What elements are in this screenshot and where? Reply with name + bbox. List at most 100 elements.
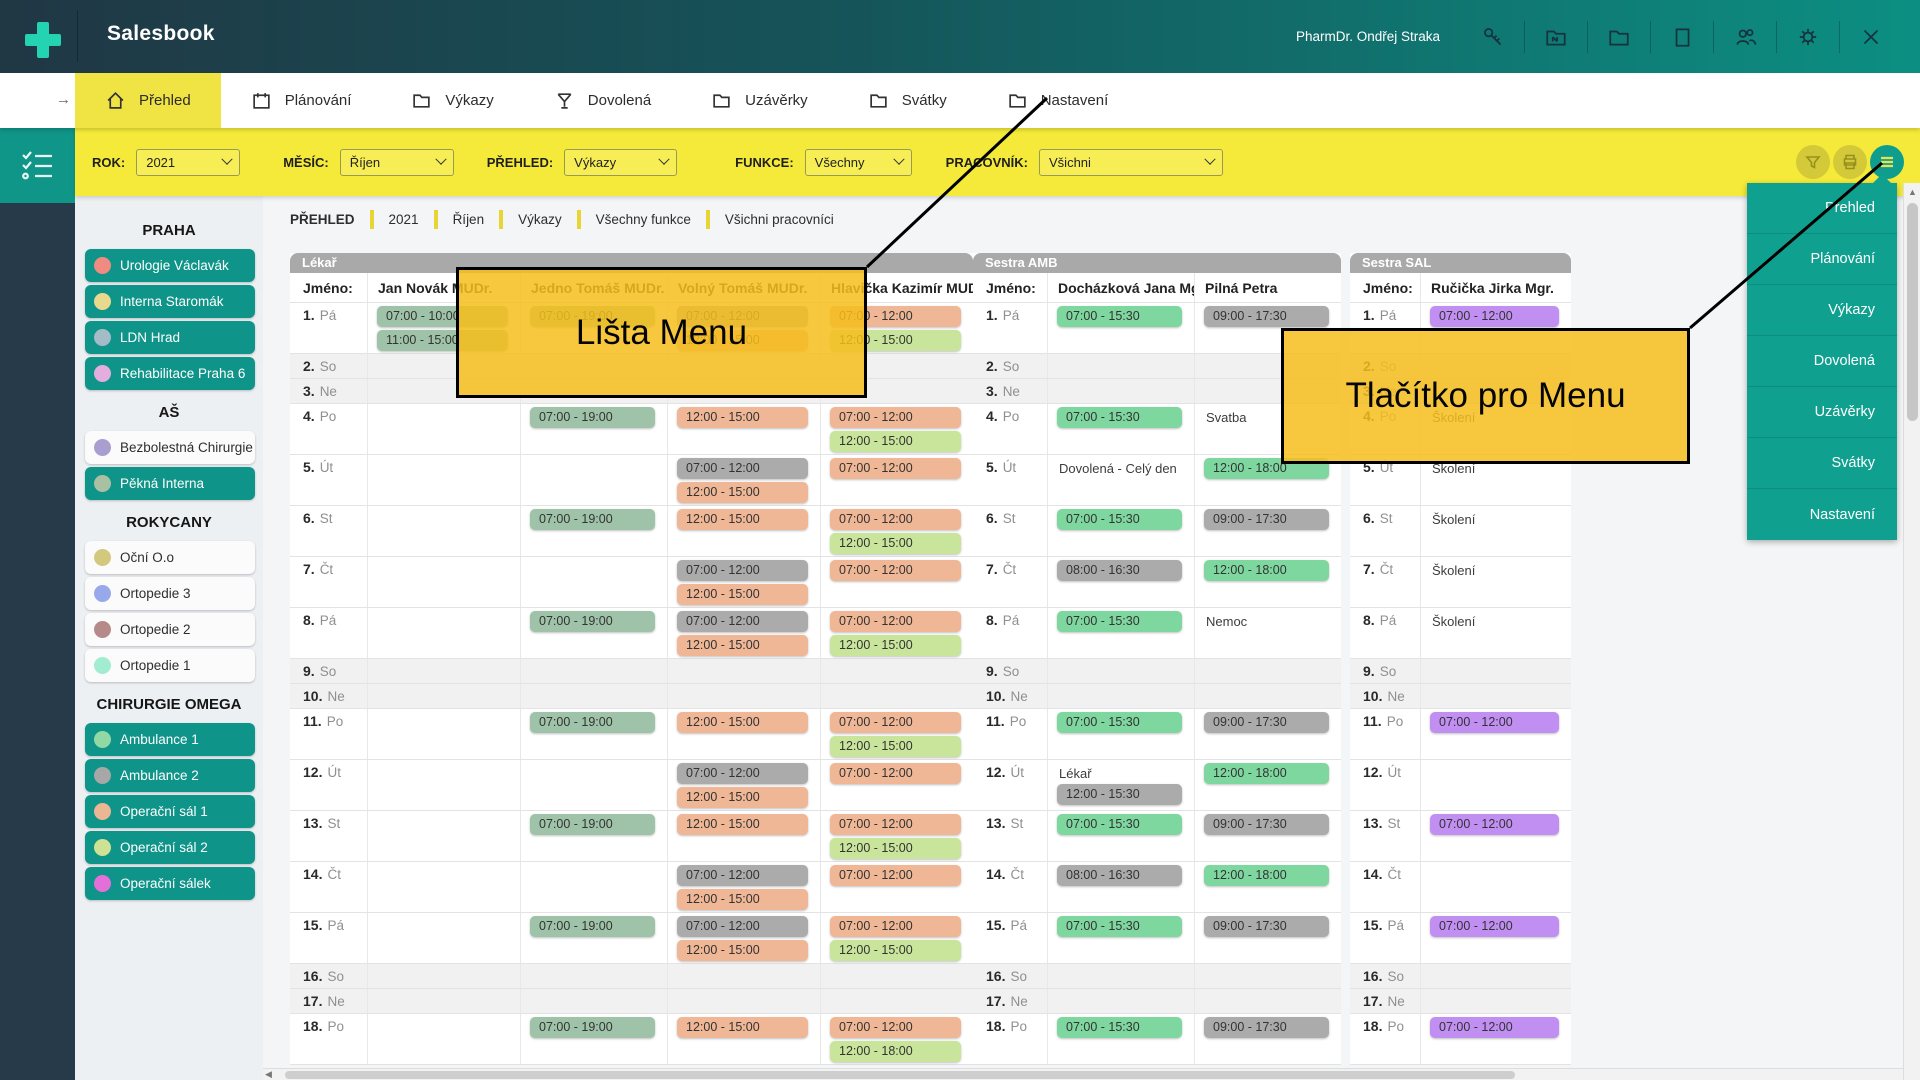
sidebar-item-ortopedie-3[interactable]: Ortopedie 3 (85, 577, 255, 610)
menu-item-pl-nov-n-[interactable]: Plánování (1747, 234, 1897, 285)
menu-item-v-kazy[interactable]: Výkazy (1747, 285, 1897, 336)
sidebar-item-urologie-v-clav-k[interactable]: Urologie Václavák (85, 249, 255, 282)
checklist-icon[interactable] (0, 128, 75, 203)
shift-pill[interactable]: 07:00 - 12:00 (830, 712, 961, 733)
shift-pill[interactable]: 12:00 - 15:00 (677, 814, 808, 835)
shift-pill[interactable]: 07:00 - 12:00 (830, 407, 961, 428)
tab-dovolena[interactable]: Dovolená (524, 73, 681, 128)
sidebar-item-bezbolestn-chirurgie[interactable]: Bezbolestná Chirurgie (85, 431, 255, 464)
shift-pill[interactable]: 12:00 - 15:00 (677, 940, 808, 961)
shift-pill[interactable]: 07:00 - 12:00 (677, 763, 808, 784)
shift-pill[interactable]: 07:00 - 19:00 (530, 509, 655, 530)
shift-pill[interactable]: 12:00 - 15:00 (677, 584, 808, 605)
shift-pill[interactable]: 12:00 - 15:00 (677, 787, 808, 808)
shift-pill[interactable]: 07:00 - 19:00 (530, 916, 655, 937)
sidebar-item-opera-n-s-l-1[interactable]: Operační sál 1 (85, 795, 255, 828)
print-icon[interactable] (1833, 145, 1867, 179)
shift-pill[interactable]: 09:00 - 17:30 (1204, 916, 1329, 937)
menu-item-nastaven-[interactable]: Nastavení (1747, 489, 1897, 540)
horizontal-scroll-thumb[interactable] (285, 1071, 1515, 1079)
shift-pill[interactable]: 12:00 - 15:00 (830, 838, 961, 859)
shift-pill[interactable]: 12:00 - 15:00 (677, 889, 808, 910)
shift-pill[interactable]: 08:00 - 16:30 (1057, 560, 1182, 581)
filter-icon[interactable] (1796, 145, 1830, 179)
shift-pill[interactable]: 12:00 - 15:00 (677, 407, 808, 428)
shift-pill[interactable]: 12:00 - 15:00 (677, 1017, 808, 1038)
shift-pill[interactable]: 07:00 - 19:00 (530, 814, 655, 835)
shift-pill[interactable]: 07:00 - 15:30 (1057, 611, 1182, 632)
tab-planovani[interactable]: Plánování (221, 73, 382, 128)
shift-pill[interactable]: 12:00 - 15:00 (677, 712, 808, 733)
shift-pill[interactable]: 09:00 - 17:30 (1204, 509, 1329, 530)
shift-pill[interactable]: 07:00 - 12:00 (1430, 916, 1559, 937)
scroll-left-arrow-icon[interactable]: ◀ (265, 1069, 272, 1080)
shift-pill[interactable]: 07:00 - 19:00 (530, 611, 655, 632)
menu-item-sv-tky[interactable]: Svátky (1747, 438, 1897, 489)
shift-pill[interactable]: 07:00 - 19:00 (530, 712, 655, 733)
shift-pill[interactable]: 12:00 - 15:00 (830, 940, 961, 961)
folder-icon[interactable] (1588, 18, 1650, 56)
menu-item-uz-v-rky[interactable]: Uzávěrky (1747, 387, 1897, 438)
sidebar-item-ldn-hrad[interactable]: LDN Hrad (85, 321, 255, 354)
sidebar-item-opera-n-s-lek[interactable]: Operační sálek (85, 867, 255, 900)
shift-pill[interactable]: 07:00 - 15:30 (1057, 916, 1182, 937)
vertical-scroll-thumb[interactable] (1907, 203, 1918, 421)
sidebar-item-opera-n-s-l-2[interactable]: Operační sál 2 (85, 831, 255, 864)
shift-pill[interactable]: 07:00 - 12:00 (830, 611, 961, 632)
shift-pill[interactable]: 12:00 - 15:00 (830, 635, 961, 656)
shift-pill[interactable]: 12:00 - 15:00 (677, 482, 808, 503)
shift-pill[interactable]: 07:00 - 12:00 (830, 814, 961, 835)
sidebar-item-ortopedie-1[interactable]: Ortopedie 1 (85, 649, 255, 682)
shift-pill[interactable]: 08:00 - 16:30 (1057, 865, 1182, 886)
tab-uzaverky[interactable]: Uzávěrky (681, 73, 838, 128)
notes-folder-icon[interactable] (1525, 18, 1587, 56)
shift-pill[interactable]: 07:00 - 12:00 (1430, 814, 1559, 835)
horizontal-scrollbar[interactable]: ◀ (263, 1068, 1903, 1080)
shift-pill[interactable]: 09:00 - 17:30 (1204, 1017, 1329, 1038)
sidebar-item-o-n-o-o[interactable]: Oční O.o (85, 541, 255, 574)
gear-icon[interactable] (1777, 18, 1839, 56)
expand-sidebar-arrow-icon[interactable]: → (56, 91, 71, 108)
tab-prehled[interactable]: Přehled (75, 73, 221, 128)
shift-pill[interactable]: 09:00 - 17:30 (1204, 306, 1329, 327)
rok-select[interactable]: 2021 (136, 149, 240, 176)
shift-pill[interactable]: 12:00 - 18:00 (1204, 763, 1329, 784)
shift-pill[interactable]: 12:00 - 18:00 (1204, 865, 1329, 886)
key-icon[interactable] (1462, 18, 1524, 56)
shift-pill[interactable]: 07:00 - 12:00 (830, 763, 961, 784)
shift-pill[interactable]: 07:00 - 15:30 (1057, 1017, 1182, 1038)
shift-pill[interactable]: 12:00 - 15:30 (1057, 784, 1182, 805)
shift-pill[interactable]: 07:00 - 12:00 (830, 560, 961, 581)
frame-icon[interactable] (1651, 18, 1713, 56)
shift-pill[interactable]: 07:00 - 12:00 (830, 458, 961, 479)
shift-pill[interactable]: 12:00 - 18:00 (1204, 560, 1329, 581)
shift-pill[interactable]: 07:00 - 12:00 (1430, 1017, 1559, 1038)
tab-nastaveni[interactable]: Nastavení (977, 73, 1139, 128)
pracovnik-select[interactable]: Všichni (1039, 149, 1223, 176)
shift-pill[interactable]: 07:00 - 15:30 (1057, 712, 1182, 733)
users-icon[interactable] (1714, 18, 1776, 56)
shift-pill[interactable]: 07:00 - 12:00 (677, 560, 808, 581)
shift-pill[interactable]: 07:00 - 12:00 (677, 611, 808, 632)
shift-pill[interactable]: 09:00 - 17:30 (1204, 814, 1329, 835)
shift-pill[interactable]: 07:00 - 19:00 (530, 1017, 655, 1038)
scroll-up-arrow-icon[interactable]: ▲ (1904, 187, 1920, 197)
prehled-select[interactable]: Výkazy (564, 149, 677, 176)
tab-vykazy[interactable]: Výkazy (381, 73, 523, 128)
shift-pill[interactable]: 12:00 - 15:00 (830, 533, 961, 554)
shift-pill[interactable]: 07:00 - 12:00 (830, 865, 961, 886)
sidebar-item-rehabilitace-praha-6[interactable]: Rehabilitace Praha 6 (85, 357, 255, 390)
shift-pill[interactable]: 07:00 - 12:00 (677, 916, 808, 937)
shift-pill[interactable]: 09:00 - 17:30 (1204, 712, 1329, 733)
shift-pill[interactable]: 07:00 - 15:30 (1057, 306, 1182, 327)
shift-pill[interactable]: 07:00 - 15:30 (1057, 407, 1182, 428)
shift-pill[interactable]: 12:00 - 18:00 (830, 1041, 961, 1062)
shift-pill[interactable]: 07:00 - 12:00 (830, 509, 961, 530)
mesic-select[interactable]: Říjen (340, 149, 454, 176)
shift-pill[interactable]: 12:00 - 15:00 (677, 635, 808, 656)
shift-pill[interactable]: 07:00 - 12:00 (1430, 306, 1559, 327)
close-icon[interactable] (1840, 18, 1902, 56)
shift-pill[interactable]: 07:00 - 12:00 (1430, 712, 1559, 733)
menu-item-dovolen-[interactable]: Dovolená (1747, 336, 1897, 387)
shift-pill[interactable]: 07:00 - 12:00 (677, 458, 808, 479)
